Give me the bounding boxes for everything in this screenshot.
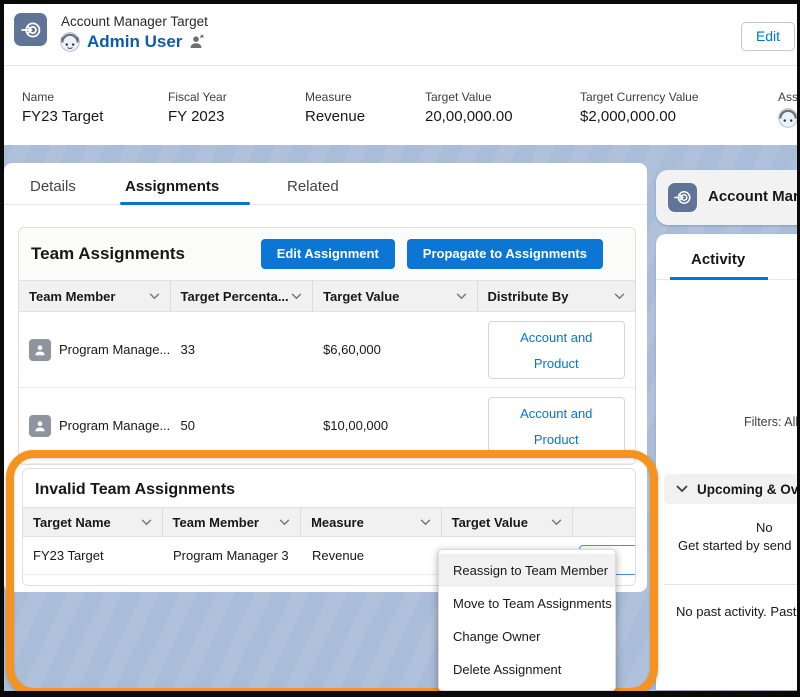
- screenshot-frame: Account Manager Target Admin User Edit N…: [0, 0, 800, 697]
- target-percentage-cell: 50: [181, 418, 195, 433]
- column-header-target-percentage[interactable]: Target Percenta...: [171, 281, 314, 311]
- column-header-target-name[interactable]: Target Name: [23, 508, 163, 536]
- menu-item-reassign-to-team-member[interactable]: Reassign to Team Member: [439, 554, 615, 587]
- team-assignments-card: Team Assignments Edit Assignment Propaga…: [18, 227, 636, 465]
- record-detail-panel: Details Assignments Related Team Assignm…: [4, 163, 647, 592]
- column-header-team-member[interactable]: Team Member: [163, 508, 302, 536]
- column-header-target-value[interactable]: Target Value: [313, 281, 477, 311]
- column-header-target-value[interactable]: Target Value: [442, 508, 574, 536]
- activity-empty-text: No: [756, 520, 773, 535]
- target-arrow-icon: [20, 19, 42, 41]
- chevron-down-icon: [149, 293, 160, 300]
- person-avatar-icon: [29, 415, 51, 437]
- field-label: Ass: [778, 90, 797, 104]
- field-value: 20,00,000.00: [425, 108, 513, 125]
- propagate-to-assignments-button[interactable]: Propagate to Assignments: [407, 239, 603, 269]
- team-assignment-row: Program Manage... 50 $10,00,000 Account …: [19, 388, 635, 464]
- tab-assignments[interactable]: Assignments: [125, 178, 219, 195]
- tab-details[interactable]: Details: [30, 178, 76, 195]
- column-header-team-member[interactable]: Team Member: [19, 281, 171, 311]
- team-assignments-title: Team Assignments: [31, 244, 249, 264]
- team-member-cell: Program Manage...: [59, 418, 170, 433]
- person-avatar-icon: [29, 339, 51, 361]
- field-value: FY 2023: [168, 108, 224, 125]
- entity-type-label: Account Manager Target: [61, 14, 208, 29]
- bot-avatar-icon: [60, 32, 80, 52]
- activity-filters-link[interactable]: Filters: All: [744, 415, 797, 429]
- column-header-measure[interactable]: Measure: [301, 508, 442, 536]
- target-name-cell: FY23 Target: [33, 548, 104, 563]
- chevron-down-icon: [456, 293, 467, 300]
- field-label: Measure: [305, 90, 352, 104]
- record-name-link[interactable]: Admin User: [87, 32, 182, 52]
- column-header-distribute-by[interactable]: Distribute By: [478, 281, 635, 311]
- active-tab-underline: [120, 202, 250, 205]
- distribute-by-button[interactable]: Account and Product: [488, 397, 625, 455]
- row-actions-context-menu: Reassign to Team Member Move to Team Ass…: [438, 549, 616, 691]
- team-assignments-column-headers: Team Member Target Percenta... Target Va…: [19, 280, 635, 312]
- team-assignments-header: Team Assignments Edit Assignment Propaga…: [19, 228, 635, 280]
- target-percentage-cell: 33: [181, 342, 195, 357]
- chevron-down-icon: [141, 519, 152, 526]
- invalid-assignments-column-headers: Target Name Team Member Measure Target V…: [23, 507, 635, 537]
- menu-item-delete-assignment[interactable]: Delete Assignment: [439, 653, 615, 686]
- field-value: $2,000,000.00: [580, 108, 676, 125]
- target-entity-icon: [14, 13, 47, 46]
- target-value-cell: $6,60,000: [323, 342, 381, 357]
- field-label: Fiscal Year: [168, 90, 227, 104]
- field-label: Name: [22, 90, 54, 104]
- past-activity-text: No past activity. Past: [676, 604, 796, 619]
- related-record-card[interactable]: Account Mar: [656, 170, 797, 225]
- record-header: Account Manager Target Admin User Edit: [4, 4, 797, 66]
- distribute-by-button[interactable]: Account and Product: [488, 321, 625, 379]
- activity-tab-underline: [670, 277, 768, 280]
- activity-getstarted-text: Get started by send: [678, 538, 791, 553]
- record-title-row: Admin User: [60, 32, 205, 52]
- edit-button[interactable]: Edit: [741, 22, 795, 51]
- tab-divider: [4, 204, 647, 205]
- target-value-cell: $10,00,000: [323, 418, 388, 433]
- app-screen: Account Manager Target Admin User Edit N…: [4, 4, 797, 691]
- team-member-cell: Program Manage...: [59, 342, 170, 357]
- chevron-down-icon: [614, 293, 625, 300]
- upcoming-overdue-section-toggle[interactable]: Upcoming & Ov: [664, 474, 797, 504]
- activity-card: Activity Filters: All Upcoming & Ov No G…: [656, 234, 797, 690]
- menu-item-move-to-team-assignments[interactable]: Move to Team Assignments: [439, 587, 615, 620]
- chevron-down-icon: [676, 485, 688, 493]
- chevron-down-icon: [279, 519, 290, 526]
- measure-cell: Revenue: [312, 548, 364, 563]
- menu-item-change-owner[interactable]: Change Owner: [439, 620, 615, 653]
- field-value: Revenue: [305, 108, 365, 125]
- field-label: Target Currency Value: [580, 90, 699, 104]
- target-entity-icon: [668, 183, 697, 212]
- field-label: Target Value: [425, 90, 492, 104]
- activity-divider: [664, 584, 797, 585]
- related-card-title: Account Mar: [708, 188, 797, 205]
- chevron-down-icon: [551, 519, 562, 526]
- team-member-cell: Program Manager 3: [173, 548, 289, 563]
- assigned-bot-avatar-icon: [778, 108, 797, 132]
- tab-activity[interactable]: Activity: [691, 251, 745, 268]
- edit-assignment-button[interactable]: Edit Assignment: [261, 239, 395, 269]
- upcoming-section-label: Upcoming & Ov: [697, 482, 797, 497]
- change-owner-icon[interactable]: [189, 34, 205, 50]
- column-header-actions: [573, 508, 635, 536]
- chevron-down-icon: [420, 519, 431, 526]
- highlights-panel: Name FY23 Target Fiscal Year FY 2023 Mea…: [4, 66, 797, 145]
- invalid-team-assignments-title: Invalid Team Assignments: [23, 469, 635, 507]
- field-value: FY23 Target: [22, 108, 103, 125]
- chevron-down-icon: [291, 293, 302, 300]
- team-assignment-row: Program Manage... 33 $6,60,000 Account a…: [19, 312, 635, 388]
- tab-related[interactable]: Related: [287, 178, 339, 195]
